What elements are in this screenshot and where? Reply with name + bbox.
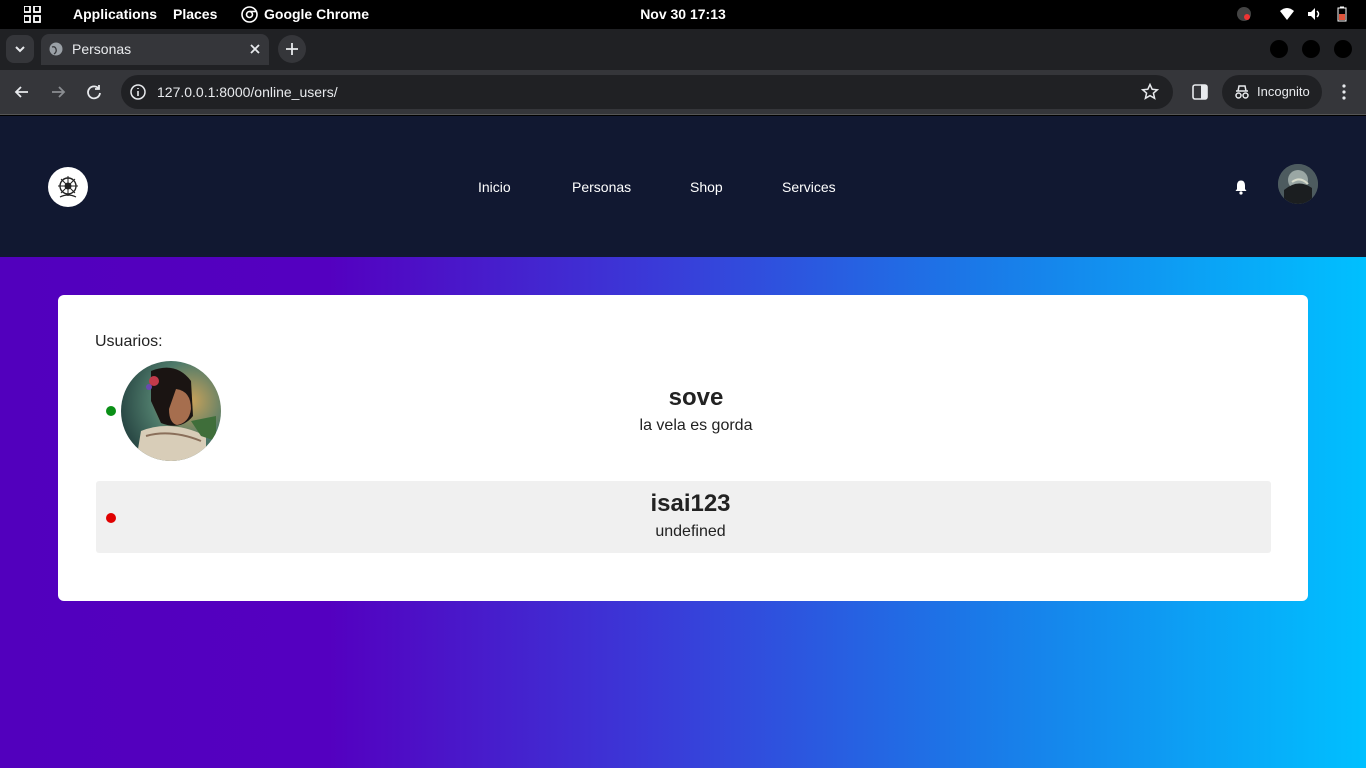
user-row: sove la vela es gorda (96, 361, 1271, 461)
user-row: isai123 undefined (96, 481, 1271, 553)
logo-emblem-icon (58, 176, 78, 198)
tab-personas[interactable]: Personas (41, 34, 269, 65)
nav-link-inicio[interactable]: Inicio (478, 179, 511, 195)
page-background: Inicio Personas Shop Services Usuarios: (0, 116, 1366, 768)
kebab-menu-icon[interactable] (1334, 82, 1354, 102)
incognito-label: Incognito (1257, 84, 1310, 99)
reload-icon[interactable] (84, 82, 104, 102)
incognito-icon (1235, 85, 1249, 99)
forward-arrow-icon[interactable] (48, 82, 68, 102)
minimize-button[interactable] (1270, 40, 1288, 58)
close-window-button[interactable] (1334, 40, 1352, 58)
side-panel-icon[interactable] (1190, 82, 1210, 102)
plus-icon (286, 43, 298, 55)
site-info-icon[interactable] (129, 83, 147, 101)
user-name: isai123 (650, 490, 731, 517)
user-status-message: undefined (655, 523, 726, 540)
nav-link-shop[interactable]: Shop (690, 179, 723, 195)
battery-icon[interactable] (1334, 6, 1350, 22)
user-status-message: la vela es gorda (639, 417, 753, 434)
online-users-card: Usuarios: sove la vela es gorda isai123 … (58, 295, 1308, 601)
tab-title: Personas (72, 41, 132, 57)
volume-icon[interactable] (1306, 6, 1322, 22)
bell-icon[interactable] (1233, 179, 1249, 195)
browser-toolbar: 127.0.0.1:8000/online_users/ Incognito (0, 70, 1366, 115)
browser-tab-strip: Personas (0, 29, 1366, 70)
nav-link-personas[interactable]: Personas (572, 179, 631, 195)
clock[interactable]: Nov 30 17:13 (0, 6, 1366, 22)
incognito-indicator[interactable]: Incognito (1222, 75, 1322, 109)
tab-search-button[interactable] (6, 35, 34, 63)
globe-icon (49, 42, 63, 56)
users-heading: Usuarios: (95, 333, 163, 350)
portrait-photo-icon (121, 361, 221, 461)
site-logo[interactable] (48, 167, 88, 207)
maximize-button[interactable] (1302, 40, 1320, 58)
address-bar[interactable]: 127.0.0.1:8000/online_users/ (121, 75, 1173, 109)
nav-link-services[interactable]: Services (782, 179, 836, 195)
online-status-dot (106, 406, 116, 416)
system-top-bar: Applications Places Google Chrome Nov 30… (0, 0, 1366, 29)
user-avatar[interactable] (1278, 164, 1318, 204)
user-name: sove (668, 384, 724, 411)
wifi-icon[interactable] (1279, 6, 1295, 22)
profile-photo-icon (1278, 164, 1318, 204)
chevron-down-icon (15, 46, 25, 53)
site-navbar: Inicio Personas Shop Services (0, 116, 1366, 257)
url-text[interactable]: 127.0.0.1:8000/online_users/ (157, 84, 338, 100)
close-icon[interactable] (247, 41, 263, 57)
user-avatar (121, 361, 221, 461)
bookmark-star-icon[interactable] (1141, 83, 1159, 101)
new-tab-button[interactable] (278, 35, 306, 63)
privacy-indicator-icon[interactable] (1236, 6, 1252, 22)
back-arrow-icon[interactable] (12, 82, 32, 102)
